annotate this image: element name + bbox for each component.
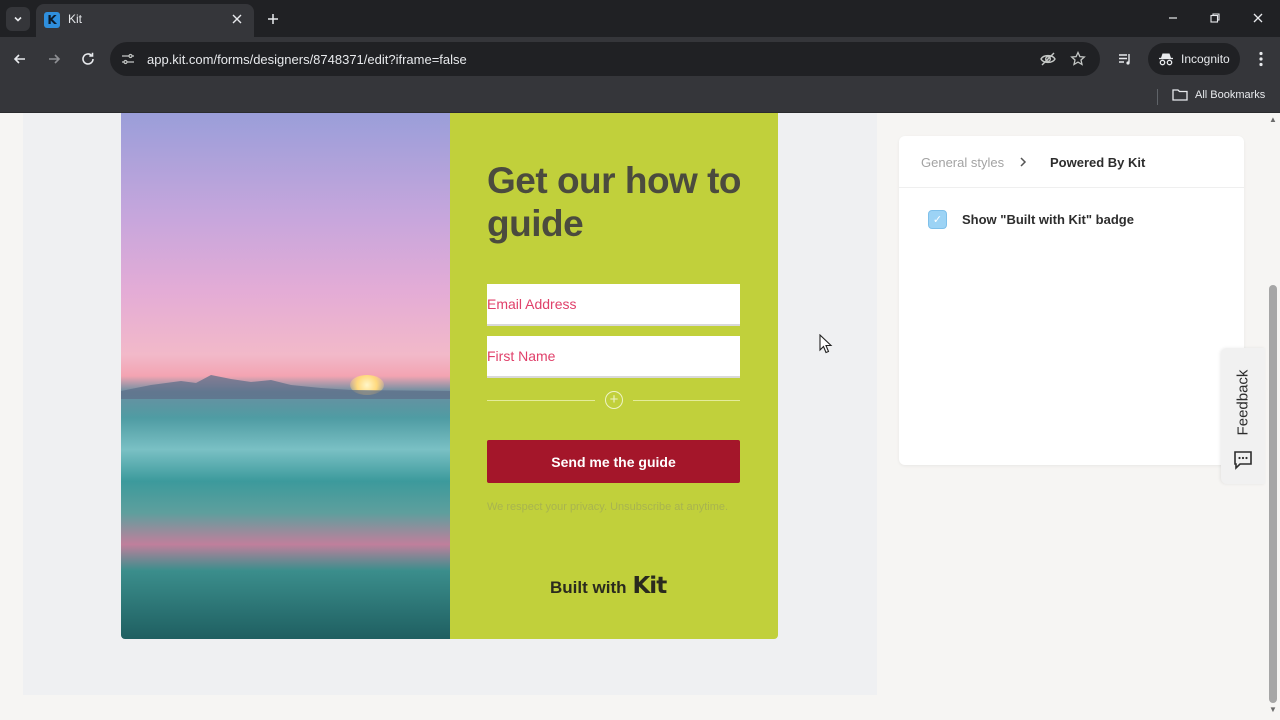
plus-icon — [268, 14, 278, 24]
feedback-tab[interactable]: Feedback — [1221, 348, 1265, 484]
tracking-protection-button[interactable] — [1039, 50, 1057, 68]
ocean-sunset-image[interactable] — [121, 113, 450, 639]
back-button[interactable] — [9, 48, 31, 70]
built-with-text: Built with — [550, 578, 627, 597]
tab-title: Kit — [68, 12, 83, 26]
chevron-right-icon — [1017, 154, 1029, 170]
close-icon — [232, 14, 242, 24]
tab-search-button[interactable] — [6, 7, 30, 31]
page-scrollbar[interactable]: ▲ ▼ — [1266, 113, 1280, 720]
bookmark-star-button[interactable] — [1069, 50, 1087, 68]
scroll-down-arrow-icon[interactable]: ▼ — [1269, 706, 1277, 714]
eye-off-icon — [1040, 52, 1056, 66]
kit-logo: Kit — [632, 573, 667, 599]
tab-strip: K Kit — [0, 0, 1280, 37]
bookmarks-bar: All Bookmarks — [0, 81, 1280, 113]
form-designer-page: Get our how to guide + Send me the guide… — [0, 113, 1280, 720]
close-icon — [1253, 13, 1263, 23]
more-vertical-icon — [1259, 51, 1263, 67]
privacy-text[interactable]: We respect your privacy. Unsubscribe at … — [487, 499, 740, 515]
chevron-down-icon — [14, 16, 22, 22]
email-field[interactable] — [487, 284, 740, 326]
form-preview[interactable]: Get our how to guide + Send me the guide… — [121, 113, 778, 639]
folder-icon — [1172, 89, 1188, 101]
reload-button[interactable] — [77, 48, 99, 70]
built-with-kit-badge[interactable]: Built with Kit — [550, 573, 667, 599]
browser-menu-button[interactable] — [1250, 48, 1272, 70]
add-field-divider-right — [633, 400, 740, 401]
forward-button[interactable] — [43, 48, 65, 70]
arrow-left-icon — [13, 54, 25, 64]
star-icon — [1070, 51, 1086, 66]
address-bar[interactable]: app.kit.com/forms/designers/8748371/edit… — [110, 42, 1100, 76]
show-badge-label[interactable]: Show "Built with Kit" badge — [962, 212, 1134, 227]
arrow-right-icon — [49, 54, 61, 64]
reload-icon — [82, 52, 94, 65]
panel-breadcrumb: General styles Powered By Kit — [899, 136, 1244, 188]
url-text[interactable]: app.kit.com/forms/designers/8748371/edit… — [147, 52, 467, 67]
incognito-icon — [1159, 53, 1173, 66]
form-headline[interactable]: Get our how to guide — [487, 159, 747, 245]
add-field-button[interactable]: + — [605, 391, 623, 409]
bookmarks-separator — [1157, 89, 1158, 105]
scroll-thumb[interactable] — [1269, 285, 1277, 703]
all-bookmarks-label: All Bookmarks — [1195, 88, 1266, 101]
media-icon — [1119, 54, 1130, 65]
built-with-kit-option[interactable]: ✓ Show "Built with Kit" badge — [928, 210, 1134, 229]
browser-toolbar: app.kit.com/forms/designers/8748371/edit… — [0, 37, 1280, 81]
restore-button[interactable] — [1205, 8, 1225, 28]
media-controls-button[interactable] — [1114, 48, 1136, 70]
new-tab-button[interactable] — [262, 8, 284, 30]
minimize-icon — [1169, 17, 1177, 19]
mouse-cursor-icon — [819, 334, 833, 354]
chat-icon — [1234, 451, 1252, 470]
breadcrumb-powered-by-kit: Powered By Kit — [1050, 155, 1146, 170]
form-preview-canvas: Get our how to guide + Send me the guide… — [23, 113, 877, 695]
feedback-label-wrap: Feedback — [1221, 362, 1265, 442]
form-content-panel: Get our how to guide + Send me the guide… — [450, 113, 778, 639]
kit-favicon-icon: K — [44, 12, 60, 28]
tune-icon — [122, 53, 134, 65]
mountain-silhouette — [121, 375, 450, 399]
restore-icon — [1210, 13, 1220, 23]
check-icon: ✓ — [932, 214, 943, 226]
browser-tab-kit[interactable]: K Kit — [36, 4, 254, 37]
minimize-button[interactable] — [1163, 8, 1183, 28]
incognito-label: Incognito — [1181, 52, 1230, 66]
tab-close-button[interactable] — [228, 10, 246, 28]
powered-by-kit-settings-panel: General styles Powered By Kit ✓ Show "Bu… — [899, 136, 1244, 465]
incognito-indicator[interactable]: Incognito — [1148, 43, 1240, 75]
send-guide-button[interactable]: Send me the guide — [487, 440, 740, 483]
all-bookmarks-button[interactable]: All Bookmarks — [1172, 88, 1265, 101]
scroll-up-arrow-icon[interactable]: ▲ — [1269, 116, 1277, 124]
breadcrumb-general-styles[interactable]: General styles — [921, 155, 1004, 170]
add-field-divider-left — [487, 400, 595, 401]
window-close-button[interactable] — [1248, 8, 1268, 28]
feedback-label: Feedback — [1234, 369, 1252, 435]
first-name-field[interactable] — [487, 336, 740, 378]
site-info-button[interactable] — [120, 51, 136, 67]
show-badge-checkbox[interactable]: ✓ — [928, 210, 947, 229]
